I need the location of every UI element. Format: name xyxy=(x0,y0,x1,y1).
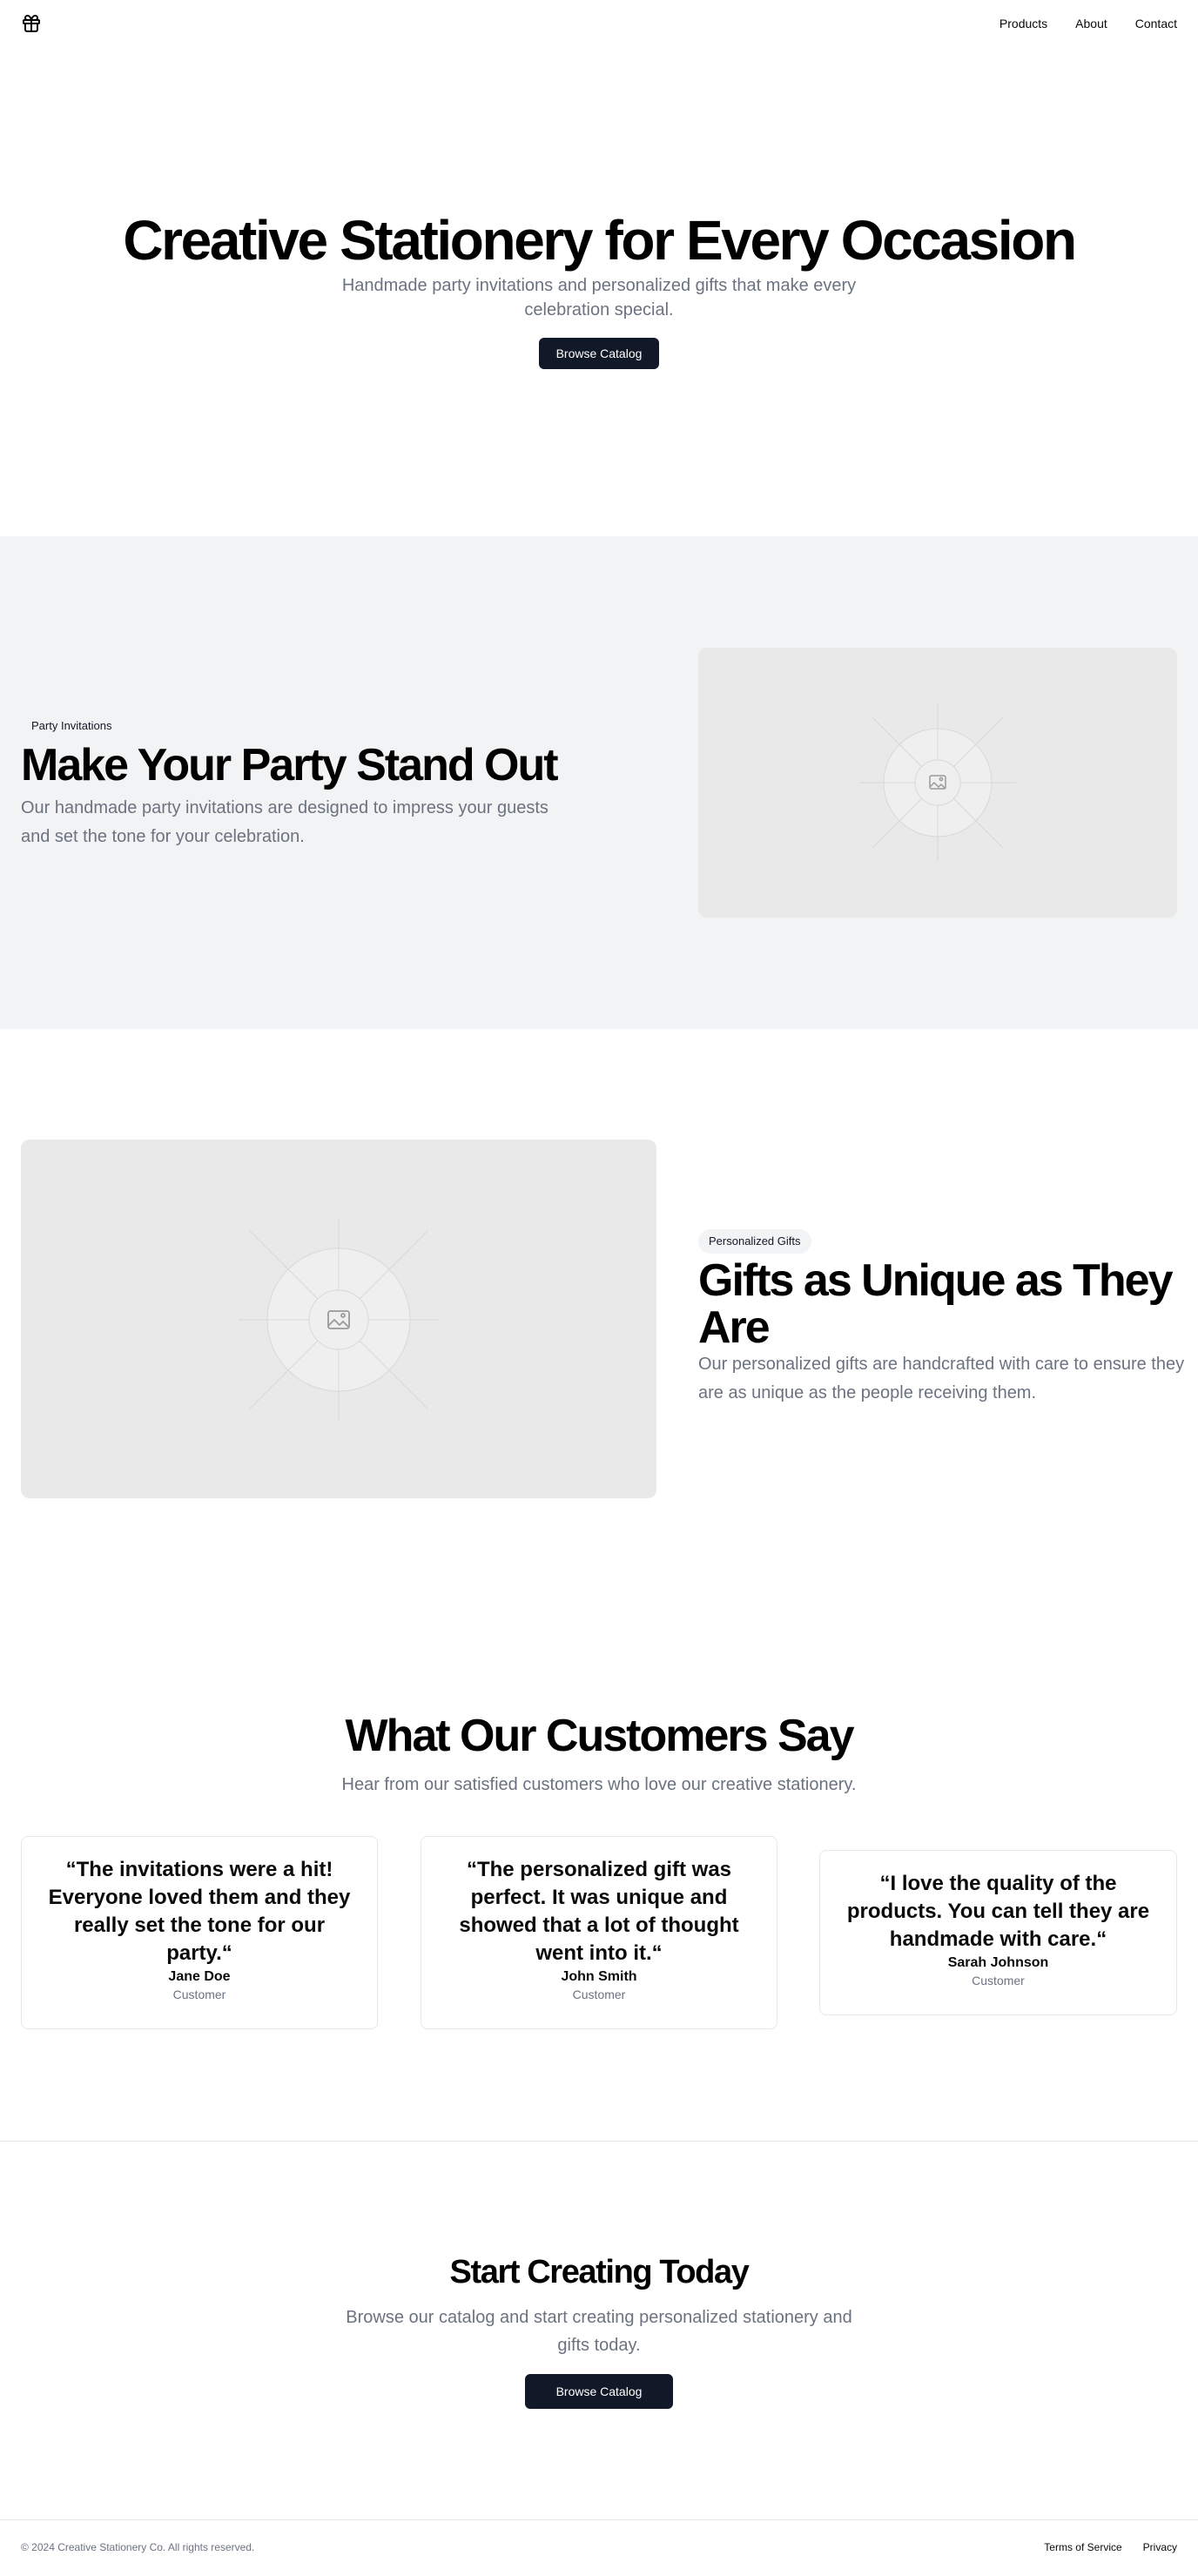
nav-link-products[interactable]: Products xyxy=(999,16,1047,31)
feature-description-personalized-gifts: Our personalized gifts are handcrafted w… xyxy=(698,1355,1185,1402)
hero-title: Creative Stationery for Every Occasion xyxy=(123,209,1077,272)
feature-title-personalized-gifts: Gifts as Unique as They Are xyxy=(698,1255,1174,1353)
footer-divider xyxy=(0,2519,1198,2520)
testimonial-role: Customer xyxy=(972,1974,1025,1987)
feature-description-party-invitations: Our handmade party invitations are desig… xyxy=(21,798,549,846)
hero-subtitle: Handmade party invitations and personali… xyxy=(341,276,857,319)
testimonial-card: “I love the quality of the products. You… xyxy=(819,1850,1177,2015)
cta-subtitle: Browse our catalog and start creating pe… xyxy=(346,2308,852,2355)
testimonial-author: Jane Doe xyxy=(168,1969,231,1984)
feature-image-party-invitations xyxy=(698,648,1177,918)
footer-copyright: © 2024 Creative Stationery Co. All right… xyxy=(21,2541,255,2553)
testimonial-quote: “I love the quality of the products. You… xyxy=(846,1872,1150,1951)
cta-browse-catalog-button[interactable]: Browse Catalog xyxy=(525,2374,673,2409)
testimonial-author: John Smith xyxy=(561,1969,637,1984)
nav-link-contact[interactable]: Contact xyxy=(1135,16,1177,31)
gift-icon[interactable] xyxy=(21,13,42,34)
testimonial-author: Sarah Johnson xyxy=(947,1955,1049,1970)
footer-links: Terms of Service Privacy xyxy=(1044,2540,1177,2554)
testimonial-card: “The personalized gift was perfect. It w… xyxy=(421,1836,777,2029)
feature-badge-party-invitations: Party Invitations xyxy=(21,714,123,738)
testimonial-role: Customer xyxy=(572,1987,626,2001)
footer-link-privacy[interactable]: Privacy xyxy=(1143,2540,1177,2554)
testimonials-subtitle: Hear from our satisfied customers who lo… xyxy=(341,1775,857,1794)
main-nav: Products About Contact xyxy=(999,16,1177,31)
section-divider xyxy=(0,2141,1198,2142)
cta-title: Start Creating Today xyxy=(449,2254,750,2290)
feature-badge-personalized-gifts: Personalized Gifts xyxy=(698,1229,811,1254)
nav-link-about[interactable]: About xyxy=(1075,16,1107,31)
image-placeholder-icon xyxy=(859,704,1016,861)
hero-browse-catalog-button[interactable]: Browse Catalog xyxy=(539,338,659,369)
footer-link-terms[interactable]: Terms of Service xyxy=(1044,2540,1121,2554)
testimonials-title: What Our Customers Say xyxy=(345,1711,854,1761)
testimonial-quote: “The invitations were a hit! Everyone lo… xyxy=(48,1858,351,1965)
feature-title-party-invitations: Make Your Party Stand Out xyxy=(21,740,559,790)
image-placeholder-icon xyxy=(239,1220,439,1420)
site-header: Products About Contact xyxy=(0,0,1198,49)
testimonial-card: “The invitations were a hit! Everyone lo… xyxy=(21,1836,378,2029)
testimonial-role: Customer xyxy=(172,1987,226,2001)
testimonial-quote: “The personalized gift was perfect. It w… xyxy=(459,1858,739,1965)
feature-image-personalized-gifts xyxy=(21,1140,656,1498)
